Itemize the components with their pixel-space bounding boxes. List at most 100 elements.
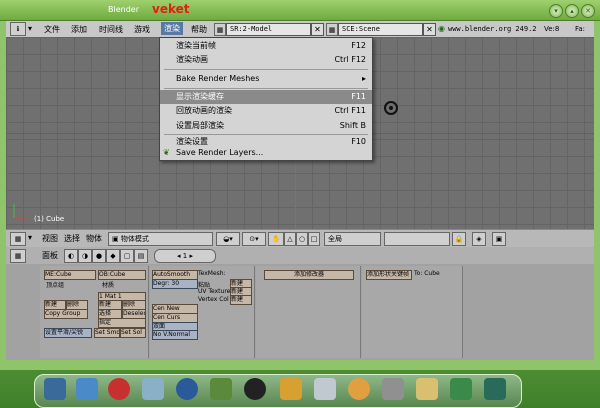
script-context-icon[interactable]: ◑	[78, 249, 92, 263]
title-bar[interactable]: Blender veket ▾ ▴ ✕	[0, 0, 600, 21]
media-player-icon[interactable]	[108, 378, 130, 400]
minimize-icon[interactable]: ▾	[549, 4, 563, 18]
menu-view[interactable]: 视图	[42, 233, 58, 244]
material-label: 材质	[102, 282, 115, 289]
add-shape-key-button[interactable]: 添加形状关键帧	[366, 270, 412, 280]
texmesh-label: TexMesh:	[198, 270, 226, 277]
scene-browse-icon[interactable]: ▦	[326, 23, 338, 36]
editor-type-icon[interactable]: ▦	[10, 249, 26, 263]
buttons-window-header: ▦ 面板 ◐ ◑ ● ◆ ▢ ▤ ◂ 1 ▸	[6, 247, 594, 265]
usb-drive-icon[interactable]	[382, 378, 404, 400]
3d-view-header: ▦ ▾ 视图 选择 物体 ▣ 物体模式 ◒▾ ⊙▾ ✋ △ ○ □ 全局 🔒 ◈…	[6, 229, 594, 248]
object-context-icon[interactable]: ◆	[106, 249, 120, 263]
logic-context-icon[interactable]: ◐	[64, 249, 78, 263]
rotate-icon[interactable]: ○	[296, 232, 308, 246]
manipulator-icon[interactable]: ✋	[268, 232, 284, 246]
render-current-frame-item[interactable]: 渲染当前帧 F12	[160, 39, 372, 53]
set-smooth-button[interactable]: 设置平滑/尖锐	[44, 328, 92, 338]
add-modifier-button[interactable]: 添加修改器	[264, 270, 354, 280]
vcol-new-button[interactable]: 新建	[230, 295, 252, 305]
render-preview-icon[interactable]: ◈	[472, 232, 486, 246]
menu-separator	[164, 88, 368, 89]
submenu-arrow-icon: ▸	[361, 74, 366, 83]
maximize-icon[interactable]: ▴	[565, 4, 579, 18]
3d-cursor-center	[389, 106, 393, 110]
window-custom-title: veket	[152, 2, 190, 16]
menu-timeline[interactable]: 时间线	[99, 24, 123, 35]
copy-group-button[interactable]: Copy Group	[44, 309, 88, 319]
transform-orientation-select[interactable]: 全局	[324, 232, 381, 246]
set-render-border-item[interactable]: 设置局部渲染 Shift B	[160, 119, 372, 133]
editor-type-icon[interactable]: ℹ	[10, 22, 26, 36]
set-solid-button[interactable]: Set Sol	[120, 328, 146, 338]
lock-icon[interactable]: 🔒	[452, 232, 466, 246]
menu-add[interactable]: 添加	[71, 24, 87, 35]
pivot-select[interactable]: ⊙▾	[242, 232, 266, 246]
material-assign-button[interactable]: 指定	[98, 318, 146, 328]
vertex-groups-label: 顶点组	[46, 282, 65, 289]
network-icon[interactable]	[142, 378, 164, 400]
save-render-layers-item[interactable]: ❦ Save Render Layers...	[160, 146, 372, 160]
render-menu-dropdown: 渲染当前帧 F12 渲染动画 Ctrl F12 Bake Render Mesh…	[159, 37, 373, 161]
mode-select[interactable]: ▣ 物体模式	[108, 232, 213, 246]
wizard-icon[interactable]	[450, 378, 472, 400]
screen-field[interactable]: SR:2-Model	[226, 23, 311, 36]
vertex-color-label: Vertex Col	[198, 296, 229, 303]
scene-context-icon[interactable]: ▤	[134, 249, 148, 263]
render-animation-item[interactable]: 渲染动画 Ctrl F12	[160, 53, 372, 67]
shapes-panel: 添加形状关键帧 To: Cube	[362, 266, 463, 358]
collapse-icon[interactable]: ▾	[28, 24, 32, 33]
folder-icon[interactable]	[280, 378, 302, 400]
scale-icon[interactable]: □	[308, 232, 320, 246]
menu-render[interactable]: 渲染	[161, 22, 183, 35]
show-render-buffer-item[interactable]: 显示渲染缓存 F11	[160, 90, 372, 104]
scene-delete-icon[interactable]: ✕	[423, 23, 436, 36]
menu-game[interactable]: 游戏	[134, 24, 150, 35]
shading-context-icon[interactable]: ●	[92, 249, 106, 263]
browser-icon[interactable]	[176, 378, 198, 400]
menu-help[interactable]: 帮助	[191, 24, 207, 35]
menu-select[interactable]: 选择	[64, 233, 80, 244]
degree-field[interactable]: Degr: 30	[152, 279, 198, 289]
menu-file[interactable]: 文件	[44, 24, 60, 35]
camera-icon[interactable]	[484, 378, 506, 400]
no-vnormal-flip-button[interactable]: No V.Normal	[152, 330, 198, 340]
modifier-target-label: To: Cube	[414, 270, 440, 277]
python-script-icon: ❦	[163, 148, 170, 157]
modifiers-panel: 添加修改器	[256, 266, 361, 358]
blender-logo-icon: ◉	[438, 24, 445, 33]
paint-icon[interactable]	[348, 378, 370, 400]
games-icon[interactable]	[416, 378, 438, 400]
computer-icon[interactable]	[76, 378, 98, 400]
close-icon[interactable]: ✕	[581, 4, 595, 18]
object-mode-icon: ▣	[112, 235, 119, 243]
active-object-label: (1) Cube	[34, 215, 65, 223]
layer-buttons[interactable]	[384, 232, 450, 246]
menu-object[interactable]: 物体	[86, 233, 102, 244]
mesh-panel: AutoSmooth Degr: 30 Cen New Cen Curs 双面 …	[150, 266, 255, 358]
terminal-icon[interactable]	[44, 378, 66, 400]
collapse-icon[interactable]: ▾	[28, 233, 32, 242]
uv-texture-label: UV Texture	[198, 288, 231, 295]
set-smooth-short-button[interactable]: Set Smo	[94, 328, 120, 338]
messenger-icon[interactable]	[210, 378, 232, 400]
screen-delete-icon[interactable]: ✕	[311, 23, 324, 36]
object-name-field[interactable]: OB:Cube	[98, 270, 146, 280]
top-menu-bar: ℹ ▾ 文件 添加 时间线 游戏 渲染 帮助 ▦ SR:2-Model ✕ ▦ …	[6, 21, 594, 38]
frame-stepper[interactable]: ◂ 1 ▸	[154, 249, 216, 263]
scene-field[interactable]: SCE:Scene	[338, 23, 423, 36]
editing-context-icon[interactable]: ▢	[120, 249, 134, 263]
bake-render-meshes-item[interactable]: Bake Render Meshes ▸	[160, 72, 372, 86]
screen-browse-icon[interactable]: ▦	[214, 23, 226, 36]
mesh-name-field[interactable]: ME:Cube	[44, 270, 96, 280]
play-back-rendered-animation-item[interactable]: 回放动画的渲染 Ctrl F11	[160, 104, 372, 118]
render-icon[interactable]: ▣	[492, 232, 506, 246]
translate-icon[interactable]: △	[284, 232, 296, 246]
vertex-count: Ve:8	[544, 25, 560, 33]
editor-type-icon[interactable]: ▦	[10, 232, 26, 246]
penguin-icon[interactable]	[244, 378, 266, 400]
image-viewer-icon[interactable]	[314, 378, 336, 400]
axes-gizmo-icon	[13, 204, 28, 219]
draw-type-select[interactable]: ◒▾	[216, 232, 240, 246]
panel-menu[interactable]: 面板	[42, 250, 58, 261]
